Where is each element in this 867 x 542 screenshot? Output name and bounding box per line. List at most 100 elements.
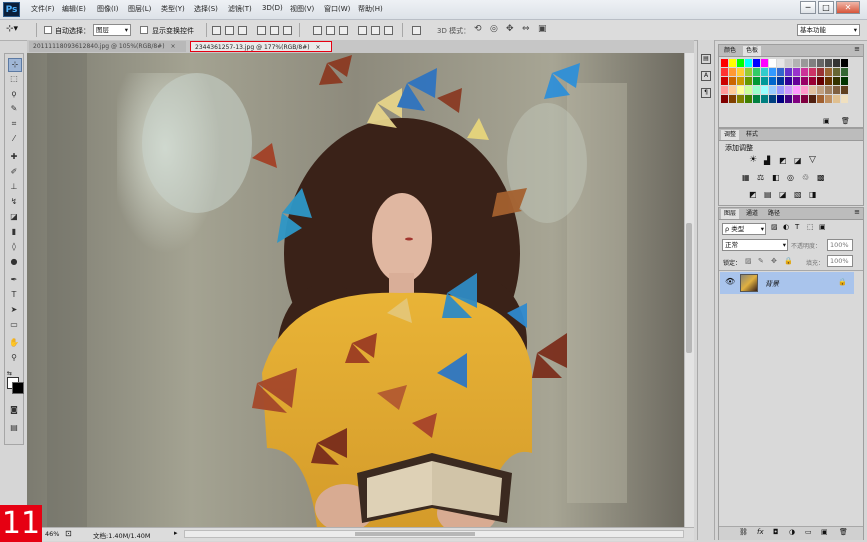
color-swatch[interactable] bbox=[761, 59, 768, 67]
menu-view[interactable]: 视图(V) bbox=[290, 4, 314, 14]
background-color-swatch[interactable] bbox=[12, 382, 24, 394]
character-icon[interactable]: A bbox=[701, 71, 711, 81]
color-swatch[interactable] bbox=[833, 68, 840, 76]
color-swatch[interactable] bbox=[841, 68, 848, 76]
menu-window[interactable]: 窗口(W) bbox=[324, 4, 350, 14]
color-swatch[interactable] bbox=[817, 68, 824, 76]
close-icon[interactable]: × bbox=[316, 44, 321, 51]
color-swatch[interactable] bbox=[753, 77, 760, 85]
color-swatch[interactable] bbox=[841, 95, 848, 103]
align-left-icon[interactable] bbox=[257, 26, 266, 35]
eyedropper-tool-icon[interactable]: ⁄ bbox=[8, 133, 20, 145]
healing-brush-tool-icon[interactable]: ✚ bbox=[8, 151, 20, 163]
fill-input[interactable]: 100% bbox=[827, 255, 853, 267]
color-swatch[interactable] bbox=[721, 77, 728, 85]
color-swatch[interactable] bbox=[721, 68, 728, 76]
color-swatch[interactable] bbox=[785, 86, 792, 94]
color-swatch[interactable] bbox=[729, 68, 736, 76]
color-swatch[interactable] bbox=[817, 86, 824, 94]
distribute-hcenter-icon[interactable] bbox=[371, 26, 380, 35]
color-swatch[interactable] bbox=[777, 68, 784, 76]
3d-roll-icon[interactable]: ◎ bbox=[490, 24, 498, 34]
hue-saturation-icon[interactable]: ▦ bbox=[742, 173, 750, 182]
path-select-tool-icon[interactable]: ➤ bbox=[8, 304, 20, 316]
horizontal-scrollbar[interactable] bbox=[184, 530, 684, 538]
color-swatch[interactable] bbox=[809, 77, 816, 85]
color-swatch[interactable] bbox=[769, 95, 776, 103]
color-swatch[interactable] bbox=[793, 95, 800, 103]
color-swatch[interactable] bbox=[801, 59, 808, 67]
zoom-level[interactable]: 46% bbox=[45, 530, 59, 538]
color-swatch[interactable] bbox=[801, 95, 808, 103]
tab-styles[interactable]: 样式 bbox=[743, 130, 761, 140]
align-bottom-icon[interactable] bbox=[238, 26, 247, 35]
menu-type[interactable]: 类型(Y) bbox=[161, 4, 185, 14]
type-tool-icon[interactable]: T bbox=[8, 289, 20, 301]
color-swatch[interactable] bbox=[729, 95, 736, 103]
color-swatch[interactable] bbox=[825, 59, 832, 67]
menu-select[interactable]: 选择(S) bbox=[194, 4, 218, 14]
status-arrow-icon[interactable]: ▸ bbox=[174, 529, 178, 537]
distribute-bottom-icon[interactable] bbox=[339, 26, 348, 35]
color-swatch[interactable] bbox=[809, 86, 816, 94]
history-icon[interactable]: ▤ bbox=[701, 54, 711, 64]
color-swatch[interactable] bbox=[801, 68, 808, 76]
auto-select-checkbox[interactable] bbox=[44, 26, 52, 34]
add-mask-icon[interactable]: ◘ bbox=[773, 528, 779, 536]
distribute-top-icon[interactable] bbox=[313, 26, 322, 35]
tab-document-1[interactable]: 20111118093612840.jpg @ 105%(RGB/8#) × bbox=[29, 41, 186, 52]
fx-icon[interactable]: fx bbox=[757, 528, 764, 536]
color-swatch[interactable] bbox=[809, 59, 816, 67]
filter-adjustment-icon[interactable]: ◐ bbox=[783, 223, 789, 231]
color-swatch[interactable] bbox=[777, 59, 784, 67]
history-brush-tool-icon[interactable]: ↯ bbox=[8, 196, 20, 208]
color-swatch[interactable] bbox=[737, 86, 744, 94]
color-swatch[interactable] bbox=[785, 77, 792, 85]
color-swatch[interactable] bbox=[761, 68, 768, 76]
menu-layer[interactable]: 图层(L) bbox=[128, 4, 151, 14]
pen-tool-icon[interactable]: ✒ bbox=[8, 274, 20, 286]
gradient-tool-icon[interactable]: ▮ bbox=[8, 226, 20, 238]
color-swatch[interactable] bbox=[817, 59, 824, 67]
tab-document-2[interactable]: 2344361257-13.jpg @ 177%(RGB/8#) × bbox=[190, 41, 332, 52]
color-swatch[interactable] bbox=[809, 68, 816, 76]
color-swatch[interactable] bbox=[721, 95, 728, 103]
lock-pixels-icon[interactable]: ✎ bbox=[758, 257, 764, 265]
color-swatch[interactable] bbox=[761, 77, 768, 85]
align-hcenter-icon[interactable] bbox=[270, 26, 279, 35]
tab-swatches[interactable]: 色板 bbox=[743, 46, 762, 56]
color-swatch[interactable] bbox=[785, 95, 792, 103]
curves-icon[interactable]: ◩ bbox=[779, 156, 787, 165]
color-swatch[interactable] bbox=[745, 86, 752, 94]
new-layer-icon[interactable]: ▣ bbox=[821, 528, 828, 536]
distribute-vcenter-icon[interactable] bbox=[326, 26, 335, 35]
posterize-icon[interactable]: ▤ bbox=[764, 190, 772, 199]
clone-stamp-tool-icon[interactable]: ⊥ bbox=[8, 181, 20, 193]
color-swatch[interactable] bbox=[841, 59, 848, 67]
panel-menu-icon[interactable]: ≡ bbox=[854, 208, 860, 216]
blend-mode-dropdown[interactable]: 正常 ▾ bbox=[722, 239, 788, 251]
color-balance-icon[interactable]: ⚖ bbox=[757, 173, 764, 182]
color-swatch[interactable] bbox=[825, 95, 832, 103]
document-canvas[interactable] bbox=[27, 53, 684, 527]
lock-position-icon[interactable]: ✥ bbox=[771, 257, 777, 265]
levels-icon[interactable]: ▟ bbox=[764, 156, 770, 165]
zoom-tool-icon[interactable]: ⚲ bbox=[8, 352, 20, 364]
lasso-tool-icon[interactable]: ϙ bbox=[8, 88, 20, 100]
color-swatch[interactable] bbox=[737, 95, 744, 103]
color-swatch[interactable] bbox=[809, 95, 816, 103]
color-swatch[interactable] bbox=[777, 77, 784, 85]
color-swatch[interactable] bbox=[825, 86, 832, 94]
scrollbar-thumb[interactable] bbox=[686, 223, 692, 353]
lock-all-icon[interactable]: 🔒 bbox=[784, 257, 793, 265]
brightness-contrast-icon[interactable]: ☀ bbox=[749, 155, 757, 165]
color-swatch[interactable] bbox=[793, 77, 800, 85]
color-swatch[interactable] bbox=[761, 95, 768, 103]
color-swatch[interactable] bbox=[833, 77, 840, 85]
dodge-tool-icon[interactable]: ● bbox=[8, 256, 20, 268]
opacity-input[interactable]: 100% bbox=[827, 239, 853, 251]
menu-edit[interactable]: 编辑(E) bbox=[62, 4, 86, 14]
color-swatch[interactable] bbox=[761, 86, 768, 94]
visibility-eye-icon[interactable]: 👁 bbox=[725, 277, 735, 286]
align-right-icon[interactable] bbox=[283, 26, 292, 35]
